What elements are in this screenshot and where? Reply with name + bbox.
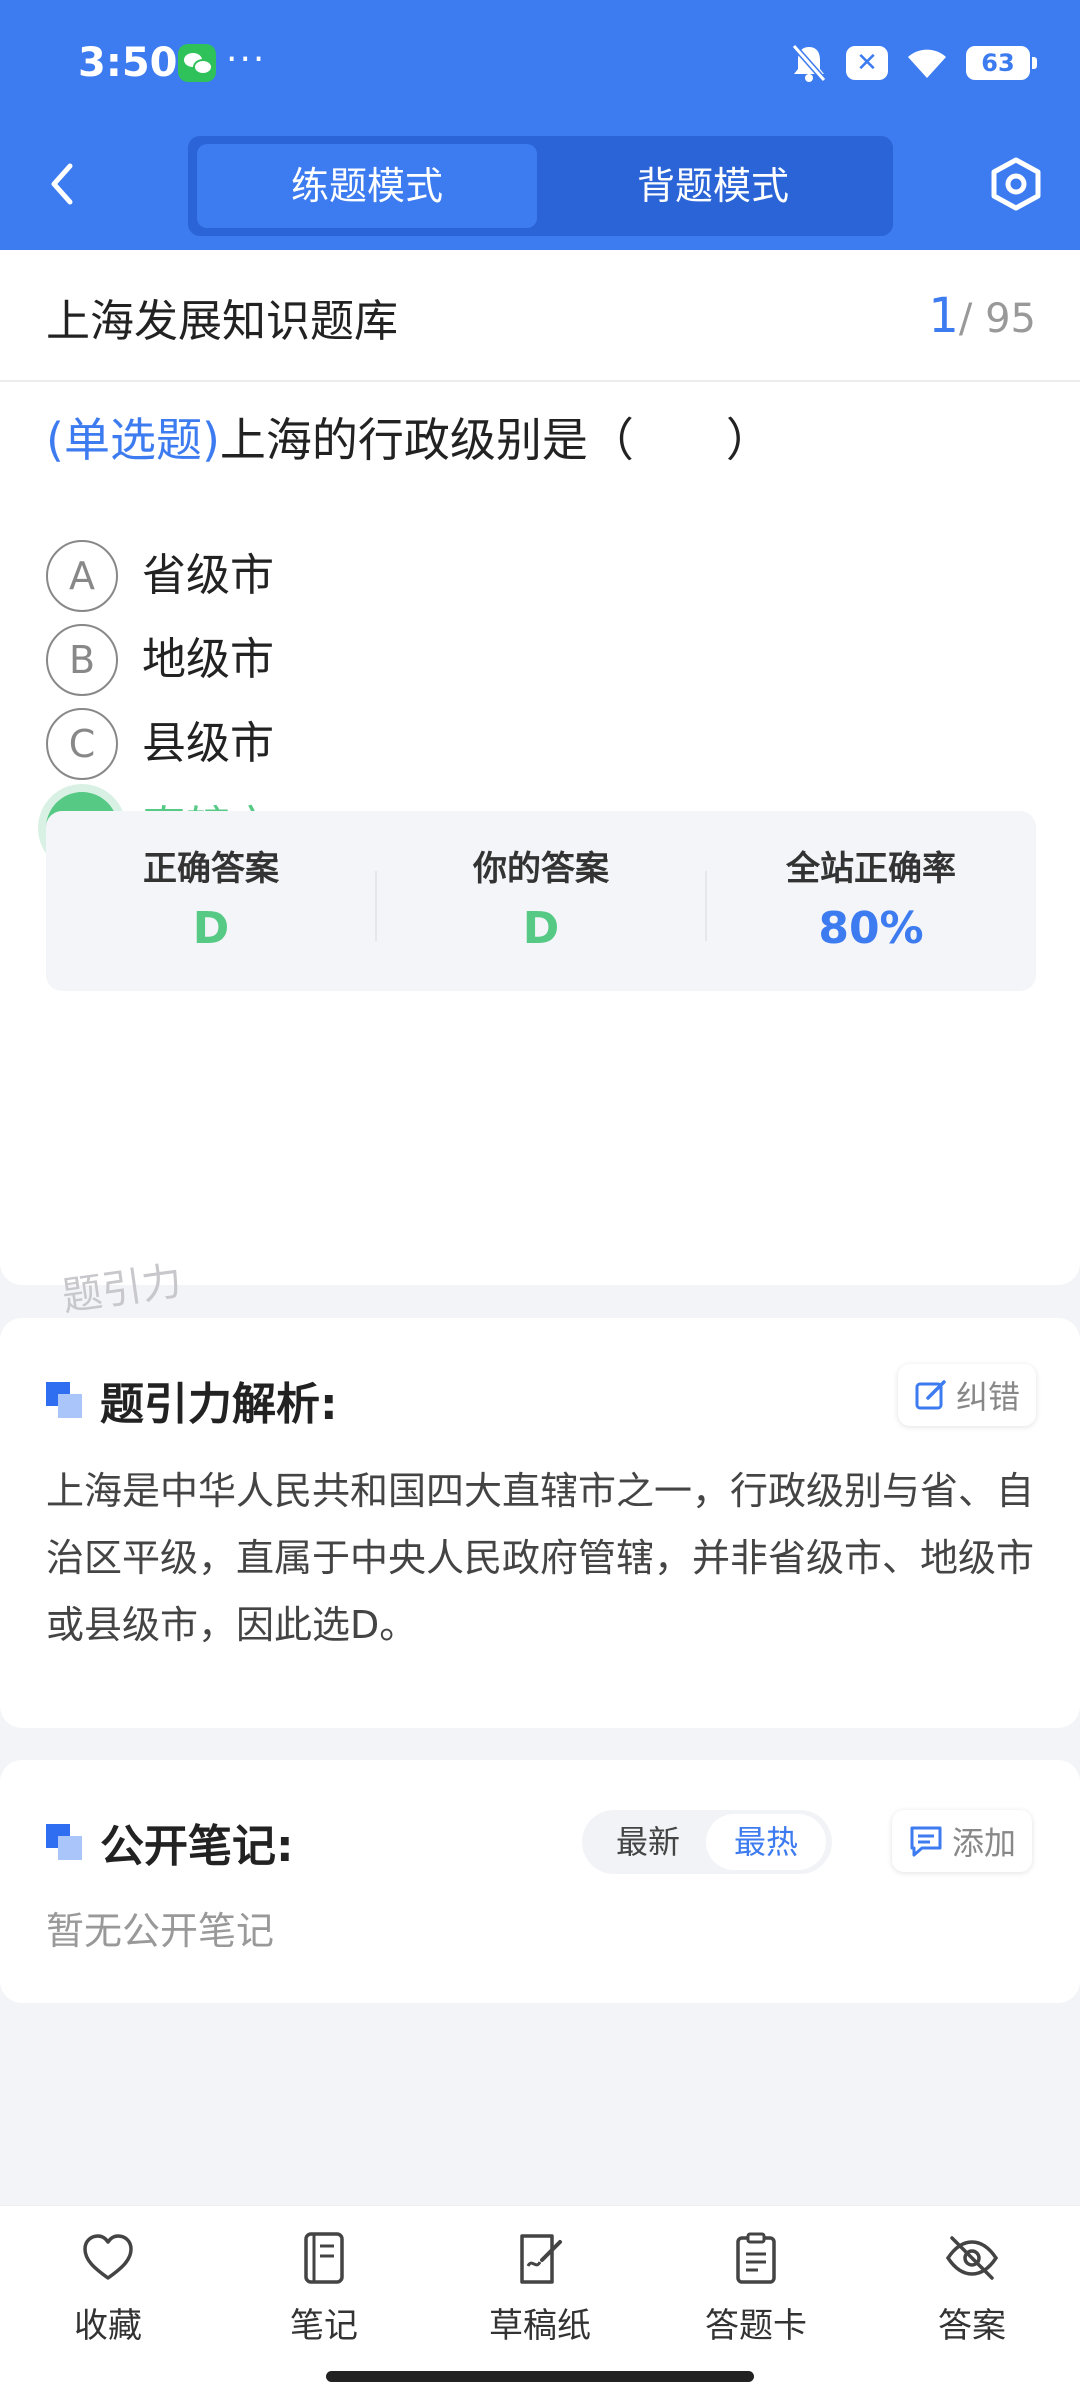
bell-muted-icon — [790, 43, 828, 83]
option-text: 省级市 — [142, 550, 274, 601]
comment-icon — [910, 1826, 942, 1857]
more-notifications-icon: ··· — [226, 39, 267, 80]
option-c[interactable]: C 县级市 — [46, 708, 746, 784]
option-text: 地级市 — [142, 634, 274, 685]
analysis-title-text: 题引力解析: — [100, 1379, 338, 1430]
your-answer-col: 你的答案 D — [376, 811, 706, 991]
nav-show-answer-label: 答案 — [938, 2306, 1006, 2346]
option-letter: C — [46, 708, 118, 780]
analysis-text: 上海是中华人民共和国四大直辖市之一，行政级别与省、自治区平级，直属于中央人民政府… — [46, 1469, 1035, 1647]
question-stem: 上海的行政级别是（ ） — [219, 413, 772, 467]
option-letter: B — [46, 624, 118, 696]
question-text: (单选题)上海的行政级别是（ ） — [46, 410, 772, 470]
wechat-icon — [178, 44, 216, 82]
draft-paper-icon — [520, 2234, 562, 2284]
report-error-button[interactable]: 纠错 — [898, 1364, 1037, 1426]
wifi-icon — [906, 46, 948, 80]
settings-button[interactable] — [988, 154, 1044, 214]
site-accuracy-value: 80% — [818, 903, 924, 954]
question-bank-title: 上海发展知识题库 — [46, 296, 398, 347]
add-note-button[interactable]: 添加 — [892, 1810, 1033, 1872]
correct-answer-col: 正确答案 D — [46, 811, 376, 991]
top-header: 3:50 ··· ✕ 63 练题模式 背题模式 — [0, 0, 1080, 250]
empty-notes-text: 暂无公开笔记 — [46, 1909, 275, 1953]
tab-recite-mode[interactable]: 背题模式 — [543, 144, 883, 228]
status-time: 3:50 — [78, 40, 178, 86]
home-indicator[interactable] — [326, 2371, 754, 2382]
nav-favorite-label: 收藏 — [74, 2306, 142, 2346]
analysis-panel: 题引力解析: 纠错 上海是中华人民共和国四大直辖市之一，行政级别与省、自治区平级… — [0, 1318, 1080, 1728]
chevron-left-icon — [51, 163, 73, 205]
report-error-label: 纠错 — [956, 1378, 1021, 1416]
correct-answer-label: 正确答案 — [143, 849, 279, 889]
back-button[interactable] — [40, 152, 90, 216]
nav-answer-sheet[interactable]: 答题卡 — [666, 2230, 846, 2370]
section-marker-icon — [46, 1824, 82, 1860]
option-b[interactable]: B 地级市 — [46, 624, 746, 700]
add-note-label: 添加 — [952, 1824, 1017, 1862]
site-accuracy-label: 全站正确率 — [786, 849, 956, 889]
current-question-number: 1 — [928, 288, 959, 344]
sort-latest-button[interactable]: 最新 — [588, 1814, 708, 1870]
notebook-icon — [304, 2232, 344, 2284]
hexagon-settings-icon — [991, 157, 1041, 211]
battery-icon: 63 — [966, 46, 1037, 80]
answer-summary: 正确答案 D 你的答案 D 全站正确率 80% — [46, 811, 1036, 991]
site-accuracy-col: 全站正确率 80% — [706, 811, 1036, 991]
heart-icon — [83, 2234, 133, 2280]
mode-switch: 练题模式 背题模式 — [188, 136, 893, 236]
status-bar: 3:50 ··· ✕ 63 — [78, 38, 1037, 88]
notes-title-text: 公开笔记: — [100, 1821, 294, 1872]
nav-show-answer[interactable]: 答案 — [882, 2230, 1062, 2370]
nav-answer-sheet-label: 答题卡 — [705, 2306, 807, 2346]
question-type-label: (单选题) — [46, 413, 220, 467]
system-icons: ✕ 63 — [790, 42, 1037, 84]
nav-favorite[interactable]: 收藏 — [18, 2230, 198, 2370]
tab-practice-mode[interactable]: 练题模式 — [197, 144, 537, 228]
section-marker-icon — [46, 1382, 82, 1418]
notes-panel: 公开笔记: 最新 最热 添加 暂无公开笔记 — [0, 1760, 1080, 2003]
option-a[interactable]: A 省级市 — [46, 540, 746, 616]
question-card: 上海发展知识题库 1/ 95 (单选题)上海的行政级别是（ ） A 省级市 B … — [0, 250, 1080, 1285]
option-text: 县级市 — [142, 718, 274, 769]
your-answer-value: D — [522, 903, 560, 954]
sort-hot-button[interactable]: 最热 — [706, 1814, 826, 1870]
nav-notes[interactable]: 笔记 — [234, 2230, 414, 2370]
option-letter: A — [46, 540, 118, 612]
correct-answer-value: D — [192, 903, 230, 954]
nav-draft-paper[interactable]: 草稿纸 — [450, 2230, 630, 2370]
close-badge-icon: ✕ — [846, 46, 888, 80]
your-answer-label: 你的答案 — [473, 849, 609, 889]
eye-off-icon — [945, 2236, 999, 2280]
notes-title: 公开笔记: — [46, 1810, 294, 1874]
question-counter: 1/ 95 — [928, 288, 1036, 344]
analysis-title: 题引力解析: — [46, 1368, 338, 1432]
answer-sheet-icon — [736, 2232, 776, 2284]
edit-icon — [915, 1380, 946, 1410]
nav-draft-paper-label: 草稿纸 — [489, 2306, 591, 2346]
notes-sort-toggle: 最新 最热 — [582, 1810, 832, 1874]
divider — [0, 380, 1080, 382]
nav-notes-label: 笔记 — [290, 2306, 358, 2346]
total-questions: / 95 — [958, 296, 1036, 342]
